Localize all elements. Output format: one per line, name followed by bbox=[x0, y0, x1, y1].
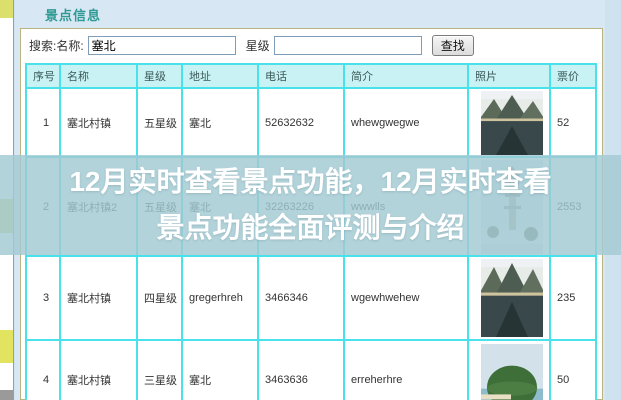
spot-name: 塞北村镇 bbox=[59, 255, 138, 341]
mountain-lake-photo bbox=[480, 90, 543, 155]
introduction: erreherhre bbox=[343, 339, 469, 400]
column-header: 简介 bbox=[343, 63, 469, 89]
table-row: 3 塞北村镇 四星级 gregerhreh 3466346 wgewhwehew 235 bbox=[25, 255, 597, 341]
mountain-lake-photo bbox=[480, 259, 543, 337]
spot-name: 塞北村镇 bbox=[59, 339, 138, 400]
column-header: 照片 bbox=[467, 63, 551, 89]
phone-number: 3466346 bbox=[257, 255, 345, 341]
column-header: 名称 bbox=[59, 63, 138, 89]
search-bar: 搜索:名称: 星级 查找 bbox=[21, 29, 602, 61]
island-photo bbox=[480, 344, 543, 400]
row-number: 1 bbox=[25, 87, 61, 158]
ticket-price: 50 bbox=[549, 339, 597, 400]
column-header: 电话 bbox=[257, 63, 345, 89]
sidebar-block bbox=[0, 390, 13, 400]
column-header: 星级 bbox=[136, 63, 183, 89]
banner-line-1: 12月实时查看景点功能，12月实时查看 bbox=[69, 166, 552, 197]
page-header: 景点信息 bbox=[15, 0, 605, 28]
name-input[interactable] bbox=[87, 35, 236, 55]
star-level-input[interactable] bbox=[273, 35, 422, 55]
table-header-row: 序号 名称 星级 地址 电话 简介 照片 票价 bbox=[25, 63, 597, 89]
photo-cell bbox=[467, 339, 551, 400]
search-name-label: 搜索:名称: bbox=[29, 38, 84, 53]
column-header: 序号 bbox=[25, 63, 61, 89]
promo-banner-overlay: 12月实时查看景点功能，12月实时查看 景点功能全面评测与介绍 bbox=[0, 155, 621, 255]
star-level-label: 星级 bbox=[245, 38, 270, 53]
page-title: 景点信息 bbox=[45, 7, 102, 23]
table-row: 1 塞北村镇 五星级 塞北 52632632 whewgwegwe 52 bbox=[25, 87, 597, 158]
sidebar-block bbox=[0, 330, 13, 363]
star-level: 五星级 bbox=[136, 87, 183, 158]
row-number: 4 bbox=[25, 339, 61, 400]
ticket-price: 52 bbox=[549, 87, 597, 158]
app-window: 景点信息 搜索:名称: 星级 查找 序号名称星级地址电话简介照片票价 1塞北村镇… bbox=[0, 0, 621, 400]
banner-line-2: 景点功能全面评测与介绍 bbox=[156, 212, 465, 243]
address: 塞北 bbox=[181, 339, 259, 400]
column-header: 地址 bbox=[181, 63, 259, 89]
column-header: 票价 bbox=[549, 63, 597, 89]
photo-cell bbox=[467, 87, 551, 158]
row-number: 3 bbox=[25, 255, 61, 341]
search-button[interactable]: 查找 bbox=[431, 34, 474, 56]
phone-number: 3463636 bbox=[257, 339, 345, 400]
address: 塞北 bbox=[181, 87, 259, 158]
introduction: wgewhwehew bbox=[343, 255, 469, 341]
address: gregerhreh bbox=[181, 255, 259, 341]
sidebar-block bbox=[0, 0, 13, 18]
spot-name: 塞北村镇 bbox=[59, 87, 138, 158]
star-level: 四星级 bbox=[136, 255, 183, 341]
table-row: 4 塞北村镇 三星级 塞北 3463636 erreherhre 50 bbox=[25, 339, 597, 400]
star-level: 三星级 bbox=[136, 339, 183, 400]
phone-number: 52632632 bbox=[257, 87, 345, 158]
introduction: whewgwegwe bbox=[343, 87, 469, 158]
photo-cell bbox=[467, 255, 551, 341]
ticket-price: 235 bbox=[549, 255, 597, 341]
promo-banner-text: 12月实时查看景点功能，12月实时查看 景点功能全面评测与介绍 bbox=[0, 159, 621, 251]
